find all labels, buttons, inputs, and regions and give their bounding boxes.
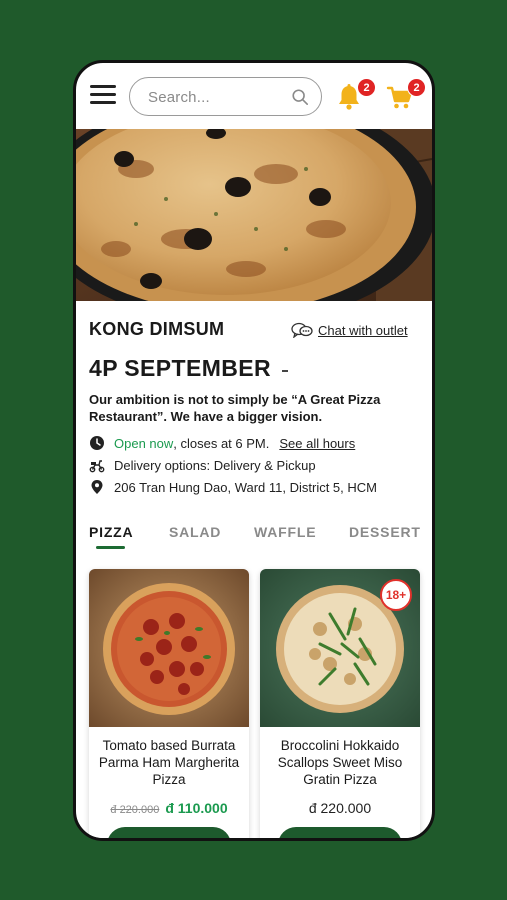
hero-pizza-image [76, 129, 432, 301]
address-row: 206 Tran Hung Dao, Ward 11, District 5, … [89, 478, 377, 496]
product-price-row: đ 220.000 [260, 800, 420, 816]
product-card[interactable]: 18+ Broccolini Hokkaido Scallops Sweet M… [260, 569, 420, 838]
tab-dessert[interactable]: DESSERT [349, 524, 421, 540]
search-input[interactable]: Search... [129, 77, 322, 116]
delivery-options-row: Delivery options: Delivery & Pickup [89, 456, 316, 474]
tab-salad[interactable]: SALAD [169, 524, 221, 540]
delivery-options-text: Delivery options: Delivery & Pickup [114, 457, 316, 473]
product-image [89, 569, 249, 727]
scooter-icon [89, 460, 105, 473]
cart-badge: 2 [407, 78, 426, 97]
category-tabs: PIZZA SALAD WAFFLE DESSERT [89, 524, 429, 550]
notifications-button[interactable]: 2 [336, 78, 376, 113]
original-price: đ 220.000 [110, 804, 160, 816]
chat-icon [291, 322, 313, 338]
product-price: đ 220.000 [308, 800, 372, 816]
closing-time: , closes at 6 PM. [173, 435, 270, 451]
product-card[interactable]: Tomato based Burrata Parma Ham Margherit… [89, 569, 249, 838]
phone-frame: Search... 2 2 KONG DIMSUM Chat with outl… [73, 60, 435, 841]
add-to-cart-button[interactable] [278, 827, 402, 838]
sale-price: đ 110.000 [165, 800, 228, 816]
product-title: Broccolini Hokkaido Scallops Sweet Miso … [277, 738, 403, 787]
search-placeholder: Search... [148, 89, 210, 106]
restaurant-name: KONG DIMSUM [89, 319, 225, 339]
opening-hours-row: Open now , closes at 6 PM. See all hours [89, 434, 355, 452]
open-status: Open now [114, 435, 174, 451]
chat-with-outlet-link[interactable]: Chat with outlet [291, 320, 408, 340]
notification-badge: 2 [357, 78, 376, 97]
age-restriction-badge: 18+ [380, 579, 412, 611]
add-to-cart-button[interactable] [107, 827, 231, 838]
restaurant-tagline: Our ambition is not to simply be “A Grea… [89, 392, 381, 424]
location-pin-icon [91, 480, 103, 494]
menu-icon[interactable] [90, 85, 116, 105]
product-title: Tomato based Burrata Parma Ham Margherit… [98, 738, 240, 787]
product-price-row: đ 220.000 đ 110.000 [89, 800, 249, 816]
tab-pizza[interactable]: PIZZA [89, 524, 133, 540]
tab-waffle[interactable]: WAFFLE [254, 524, 316, 540]
chat-link-label: Chat with outlet [318, 322, 408, 338]
active-tab-indicator [96, 546, 125, 549]
branch-title: 4P SEPTEMBER [89, 355, 272, 381]
cart-button[interactable]: 2 [386, 78, 426, 113]
address-text: 206 Tran Hung Dao, Ward 11, District 5, … [114, 479, 377, 495]
title-cursor-mark [282, 370, 288, 372]
search-icon[interactable] [291, 88, 309, 106]
top-bar: Search... 2 2 [76, 63, 432, 129]
see-all-hours-link[interactable]: See all hours [279, 436, 355, 451]
clock-icon [90, 436, 104, 450]
